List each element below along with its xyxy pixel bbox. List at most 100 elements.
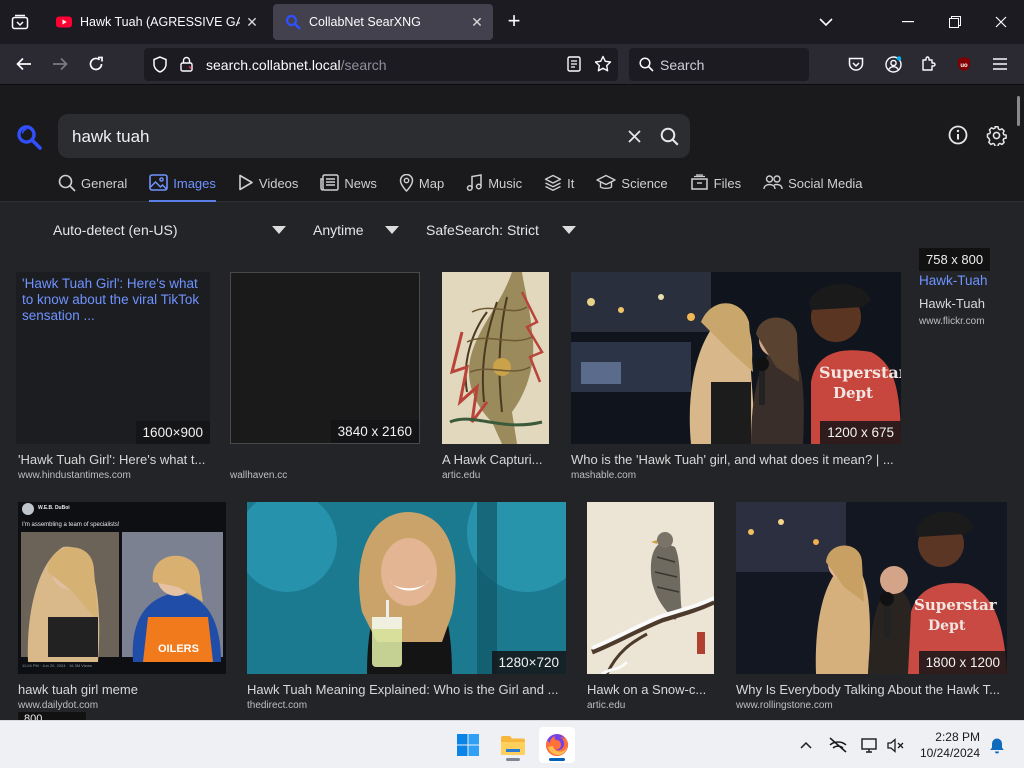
safesearch-select[interactable]: SafeSearch: Strict (426, 222, 539, 238)
ublock-button[interactable]: uo (950, 50, 978, 78)
result-title[interactable]: Hawk Tuah Meaning Explained: Who is the … (247, 682, 567, 697)
minimize-button[interactable] (894, 8, 922, 36)
language-dropdown-caret-icon[interactable] (272, 226, 286, 234)
result-title[interactable]: Who is the 'Hawk Tuah' girl, and what do… (571, 452, 901, 467)
image-thumbnail[interactable] (442, 272, 549, 444)
image-thumbnail[interactable]: Superstar Dept 1200 x 675 (571, 272, 901, 444)
language-select[interactable]: Auto-detect (en-US) (53, 222, 178, 238)
web-search-bar[interactable]: Search (629, 48, 809, 81)
image-alt-text[interactable]: Hawk-Tuah (919, 273, 988, 288)
reader-view-icon[interactable] (567, 56, 581, 72)
image-result[interactable]: 3840 x 2160 wallhaven.cc (230, 272, 420, 482)
tab-youtube[interactable]: Hawk Tuah (AGRESSIVE GAMIN ✕ (44, 4, 268, 40)
result-title[interactable]: hawk tuah girl meme (18, 682, 226, 697)
image-result[interactable]: Superstar Dept 1800 x 1200 Why Is Everyb… (736, 502, 1008, 720)
preferences-button[interactable] (985, 124, 1007, 146)
tray-volume[interactable] (886, 735, 906, 755)
image-thumbnail[interactable]: 'Hawk Tuah Girl': Here's what to know ab… (16, 272, 210, 444)
tab-label: Files (713, 176, 742, 191)
result-source: artic.edu (442, 470, 481, 481)
image-result[interactable]: A Hawk Capturi... artic.edu (442, 272, 552, 482)
lock-icon[interactable] (180, 56, 193, 72)
image-alt-text[interactable]: 'Hawk Tuah Girl': Here's what to know ab… (22, 276, 208, 324)
tweet-author: W.E.B. DuBoi (38, 505, 70, 511)
tab-files[interactable]: Files (690, 174, 742, 202)
tab-social-media[interactable]: Social Media (763, 175, 863, 202)
tab-videos[interactable]: Videos (238, 174, 298, 202)
image-result[interactable]: W.E.B. DuBoi I'm assembling a team of sp… (18, 502, 228, 720)
taskbar-firefox[interactable] (539, 727, 575, 763)
taskbar-clock[interactable]: 2:28 PM 10/24/2024 (920, 729, 980, 761)
clear-search-button[interactable] (624, 126, 644, 146)
image-result[interactable]: 1280×720 Hawk Tuah Meaning Explained: Wh… (247, 502, 567, 720)
jersey-text: OILERS (158, 643, 199, 655)
result-title[interactable]: Hawk-Tuah (919, 296, 1019, 311)
image-thumbnail[interactable] (587, 502, 714, 674)
app-menu-button[interactable] (986, 50, 1014, 78)
time-dropdown-caret-icon[interactable] (385, 226, 399, 234)
taskbar-file-explorer[interactable] (495, 727, 531, 763)
image-thumbnail[interactable]: Superstar Dept 1800 x 1200 (736, 502, 1007, 674)
tab-general[interactable]: General (58, 174, 127, 202)
submit-search-button[interactable] (658, 125, 680, 147)
result-title[interactable]: Hawk on a Snow-c... (587, 682, 714, 697)
tab-map[interactable]: Map (399, 174, 445, 202)
start-button[interactable] (450, 727, 486, 763)
bookmark-star-icon[interactable] (594, 55, 612, 73)
pocket-icon (848, 57, 864, 71)
search-query-box[interactable]: hawk tuah (58, 114, 690, 158)
account-button[interactable] (879, 50, 907, 78)
reload-button[interactable] (82, 50, 110, 78)
forward-button[interactable] (46, 50, 74, 78)
tab-list-button[interactable] (6, 9, 34, 35)
image-thumbnail[interactable]: 3840 x 2160 (230, 272, 420, 444)
list-all-tabs-button[interactable] (812, 8, 840, 36)
close-tab-icon[interactable]: ✕ (244, 14, 260, 30)
show-hidden-icons-button[interactable] (796, 735, 816, 755)
safesearch-dropdown-caret-icon[interactable] (562, 226, 576, 234)
tab-searxng[interactable]: CollabNet SearXNG ✕ (273, 4, 493, 40)
image-thumbnail[interactable]: 1280×720 (247, 502, 566, 674)
image-result[interactable]: 758 x 800 Hawk-Tuah Hawk-Tuah www.flickr… (919, 248, 1019, 482)
arrow-right-icon (53, 57, 68, 71)
result-title[interactable]: A Hawk Capturi... (442, 452, 552, 467)
tab-label: Images (173, 176, 216, 191)
tray-display[interactable] (860, 735, 880, 755)
back-button[interactable] (10, 50, 38, 78)
address-bar[interactable]: search.collabnet.local/search (144, 48, 618, 81)
tab-images[interactable]: Images (149, 174, 216, 202)
pocket-button[interactable] (842, 50, 870, 78)
image-result[interactable]: 'Hawk Tuah Girl': Here's what to know ab… (16, 272, 210, 482)
about-button[interactable] (947, 124, 969, 146)
page-scrollbar[interactable] (1017, 96, 1020, 126)
tab-news[interactable]: News (320, 174, 377, 202)
ublock-origin-icon: uo (958, 57, 970, 71)
image-dimensions: 1200 x 675 (820, 421, 901, 444)
tab-music[interactable]: Music (466, 174, 522, 202)
time-range-select[interactable]: Anytime (313, 222, 364, 238)
bell-icon (990, 738, 1004, 753)
tab-label: Map (418, 176, 445, 191)
result-source: artic.edu (587, 700, 626, 711)
notifications-button[interactable] (987, 735, 1007, 755)
hawk-on-snow-branch-painting (587, 502, 714, 674)
new-tab-button[interactable]: + (503, 10, 525, 33)
image-result[interactable]: Hawk on a Snow-c... artic.edu (587, 502, 717, 720)
tab-it[interactable]: It (544, 174, 574, 202)
image-dimensions: 3840 x 2160 (330, 420, 419, 443)
restore-button[interactable] (941, 8, 969, 36)
image-result[interactable]: Superstar Dept 1200 x 675 Who is the 'Ha… (571, 272, 901, 482)
close-window-button[interactable] (987, 8, 1015, 36)
tray-network-status[interactable] (828, 735, 848, 755)
tab-science[interactable]: Science (596, 174, 668, 202)
searxng-logo-icon[interactable] (16, 124, 42, 150)
close-tab-icon[interactable]: ✕ (469, 14, 485, 30)
result-title[interactable]: Why Is Everybody Talking About the Hawk … (736, 682, 1007, 697)
result-title[interactable]: 'Hawk Tuah Girl': Here's what t... (18, 452, 212, 467)
search-query-text[interactable]: hawk tuah (72, 127, 150, 147)
monitor-icon (861, 737, 877, 753)
extensions-button[interactable] (914, 50, 942, 78)
image-thumbnail[interactable]: W.E.B. DuBoi I'm assembling a team of sp… (18, 502, 226, 674)
youtube-icon (56, 16, 72, 28)
shield-icon[interactable] (152, 56, 168, 73)
